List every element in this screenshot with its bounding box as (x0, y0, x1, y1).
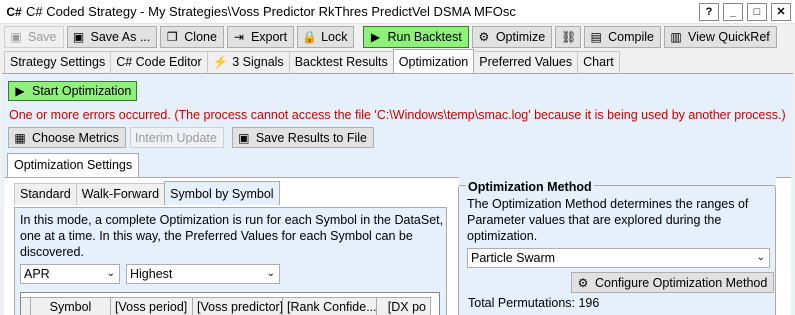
link-button[interactable]: ⛓ (555, 26, 582, 48)
save-as-button[interactable]: ▣ Save As ... (66, 26, 158, 48)
interim-update-button[interactable]: Interim Update (129, 127, 224, 148)
tab-code-editor[interactable]: C# Code Editor (110, 51, 208, 73)
title-bar: C# C# Coded Strategy - My Strategies\Vos… (0, 0, 795, 24)
row-header-cell (21, 297, 31, 315)
optimize-button[interactable]: ⚙ Optimize (471, 26, 553, 48)
maximize-button[interactable]: □ (747, 3, 767, 21)
optimization-method-title: Optimization Method (466, 180, 594, 194)
grid-header-dx[interactable]: [DX po (377, 297, 431, 315)
compile-icon: ▤ (590, 30, 602, 44)
settings-tabs: Standard Walk-Forward Symbol by Symbol (14, 181, 280, 205)
window-title: C# Coded Strategy - My Strategies\Voss P… (26, 4, 516, 19)
disk-icon: ▣ (72, 30, 85, 44)
disk-icon: ▣ (10, 30, 22, 44)
tab-optimization[interactable]: Optimization (392, 49, 475, 73)
grid-header-voss-period[interactable]: [Voss period] (111, 297, 193, 315)
tab-preferred-values[interactable]: Preferred Values (473, 51, 579, 73)
export-button[interactable]: ⇥ Export (226, 26, 295, 48)
help-button[interactable]: ? (699, 3, 719, 21)
link-icon: ⛓ (561, 30, 577, 44)
compile-button[interactable]: ▤ Compile (584, 26, 662, 48)
play-icon: ▶ (370, 30, 381, 44)
clone-button[interactable]: ❐ Clone (160, 26, 224, 48)
disk-icon: ▣ (238, 130, 250, 145)
gear-icon: ⚙ (577, 275, 589, 290)
grid-header-voss-predictor[interactable]: [Voss predictor] (193, 297, 283, 315)
tab-strategy-settings[interactable]: Strategy Settings (4, 51, 112, 73)
copy-icon: ❐ (166, 30, 178, 44)
lock-button[interactable]: 🔒 Lock (297, 26, 355, 48)
lock-icon: 🔒 (302, 30, 318, 44)
total-permutations: Total Permutations: 196 (468, 296, 600, 310)
direction-select[interactable]: Highest ⌄ (126, 264, 280, 284)
tab-chart[interactable]: Chart (577, 51, 620, 73)
results-grid: Symbol [Voss period] [Voss predictor] [R… (20, 292, 440, 315)
save-results-button[interactable]: ▣ Save Results to File (231, 127, 374, 148)
metrics-icon: ▦ (14, 130, 26, 145)
chevron-down-icon: ⌄ (756, 252, 765, 263)
configure-optimization-method-button[interactable]: ⚙ Configure Optimization Method (571, 272, 775, 293)
signal-icon: ⚡ (212, 55, 229, 69)
symbol-by-symbol-pane: In this mode, a complete Optimization is… (14, 207, 447, 315)
export-icon: ⇥ (233, 30, 244, 44)
main-tabs: Strategy Settings C# Code Editor ⚡ 3 Sign… (4, 49, 620, 73)
start-optimization-button[interactable]: ▶ Start Optimization (8, 81, 138, 101)
mode-description: In this mode, a complete Optimization is… (20, 213, 444, 259)
csharp-app-icon: C# (6, 4, 22, 19)
minimize-button[interactable]: _ (723, 3, 743, 21)
view-quickref-button[interactable]: ▥ View QuickRef (664, 26, 777, 48)
save-button[interactable]: ▣ Save (4, 26, 64, 48)
grid-header-rank-confidence[interactable]: [Rank Confide... (283, 297, 377, 315)
close-button[interactable]: ✕ (771, 3, 791, 21)
chevron-down-icon: ⌄ (266, 268, 275, 279)
choose-metrics-button[interactable]: ▦ Choose Metrics (8, 127, 126, 148)
run-backtest-button[interactable]: ▶ Run Backtest (363, 26, 469, 48)
tab-signals[interactable]: ⚡ 3 Signals (206, 51, 290, 73)
gear-icon: ⚙ (478, 30, 490, 44)
error-message: One or more errors occurred. (The proces… (9, 108, 789, 122)
metric-select[interactable]: APR ⌄ (20, 264, 120, 284)
tab-symbol-by-symbol[interactable]: Symbol by Symbol (164, 181, 280, 205)
tab-standard[interactable]: Standard (14, 183, 77, 205)
chevron-down-icon: ⌄ (106, 268, 115, 279)
grid-header-symbol[interactable]: Symbol (31, 297, 111, 315)
tab-optimization-settings[interactable]: Optimization Settings (7, 153, 140, 177)
tab-walk-forward[interactable]: Walk-Forward (75, 183, 166, 205)
main-toolbar: ▣ Save ▣ Save As ... ❐ Clone ⇥ Export 🔒 Lock … (0, 24, 795, 50)
play-icon: ▶ (15, 84, 25, 98)
tab-backtest-results[interactable]: Backtest Results (288, 51, 394, 73)
optimization-method-select[interactable]: Particle Swarm ⌄ (467, 248, 770, 268)
optimization-method-description: The Optimization Method determines the r… (467, 197, 749, 243)
book-icon: ▥ (670, 30, 682, 44)
